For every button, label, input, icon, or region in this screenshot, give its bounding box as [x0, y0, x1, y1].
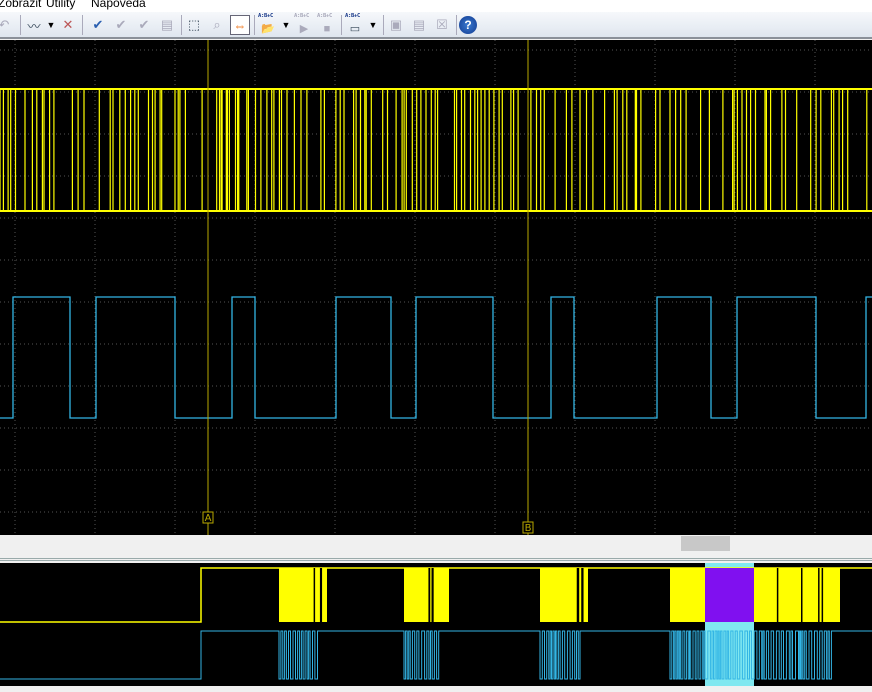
- report-icon[interactable]: ▤: [409, 15, 429, 35]
- decoder-text-label: A:B+C: [294, 13, 310, 19]
- dropdown-icon[interactable]: ▼: [363, 15, 383, 35]
- delete-waveform-icon[interactable]: ✕: [58, 15, 78, 35]
- decoder-text-label: A:B+C: [317, 13, 333, 19]
- clear-icon[interactable]: ☒: [432, 15, 452, 35]
- menu-help[interactable]: Napoveda: [91, 0, 146, 9]
- overview-panel[interactable]: [0, 563, 872, 686]
- decoder-table-icon[interactable]: A:B+C ▭: [345, 13, 365, 35]
- decoder-stop-icon[interactable]: A:B+C ■: [317, 13, 337, 35]
- document-icon[interactable]: ▤: [157, 15, 177, 35]
- menu-utility[interactable]: Utility: [46, 0, 75, 9]
- menu-view[interactable]: Zobrazit: [0, 0, 41, 9]
- toolbar: ↶ 〰 ▼ ✕ ✔ ✔ ✔ ▤ ⬚ ⌕ ⇔ A:B+C 📂 ▼ A:B+C ▶ A:…: [0, 12, 872, 39]
- menu-bar: Zobrazit Utility Napoveda: [0, 0, 872, 12]
- cursor-b-label: B: [525, 523, 532, 534]
- channel-2-trace: [0, 296, 872, 419]
- check-icon[interactable]: ✔: [88, 15, 108, 35]
- overview-burst: [404, 568, 449, 622]
- cursor-a-label: A: [205, 513, 212, 524]
- waveform-export-icon[interactable]: ▣: [386, 15, 406, 35]
- horizontal-scrollbar[interactable]: [0, 535, 872, 561]
- channel-1-trace: [0, 88, 868, 212]
- check-down-icon[interactable]: ✔: [111, 15, 131, 35]
- waveform-display[interactable]: AB: [0, 40, 872, 535]
- open-decoder-icon[interactable]: A:B+C 📂: [258, 13, 278, 35]
- zoom-fit-icon[interactable]: ⬚: [184, 15, 204, 35]
- overview-burst: [670, 568, 840, 622]
- overview-canvas: [0, 563, 872, 686]
- waveform-canvas: AB: [0, 40, 872, 535]
- scrollbar-thumb[interactable]: [681, 536, 730, 551]
- zoom-search-icon[interactable]: ⌕: [207, 15, 227, 35]
- dropdown-icon[interactable]: ▼: [276, 15, 296, 35]
- overview-burst: [279, 568, 327, 622]
- undo-icon[interactable]: ↶: [0, 15, 14, 35]
- help-icon[interactable]: ?: [459, 16, 477, 34]
- check-next-icon[interactable]: ✔: [134, 15, 154, 35]
- decoder-run-icon[interactable]: A:B+C ▶: [294, 13, 314, 35]
- cursor-measure-icon[interactable]: ⇔: [230, 15, 250, 35]
- selected-frame: [705, 568, 754, 622]
- overview-burst: [540, 568, 588, 622]
